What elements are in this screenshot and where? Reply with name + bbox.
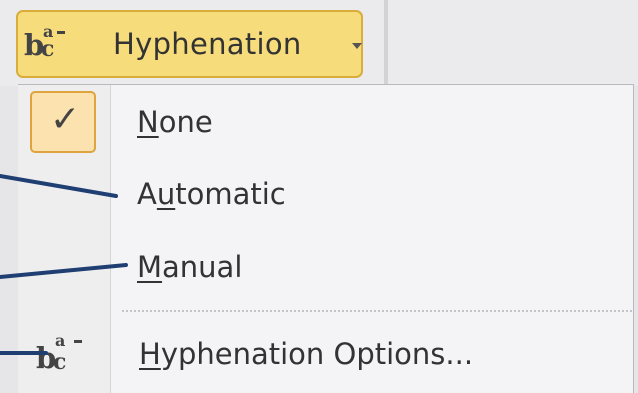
pointer-line-automatic bbox=[0, 174, 118, 198]
pointer-line-manual bbox=[0, 263, 128, 279]
callout-pointer-lines bbox=[0, 174, 128, 355]
